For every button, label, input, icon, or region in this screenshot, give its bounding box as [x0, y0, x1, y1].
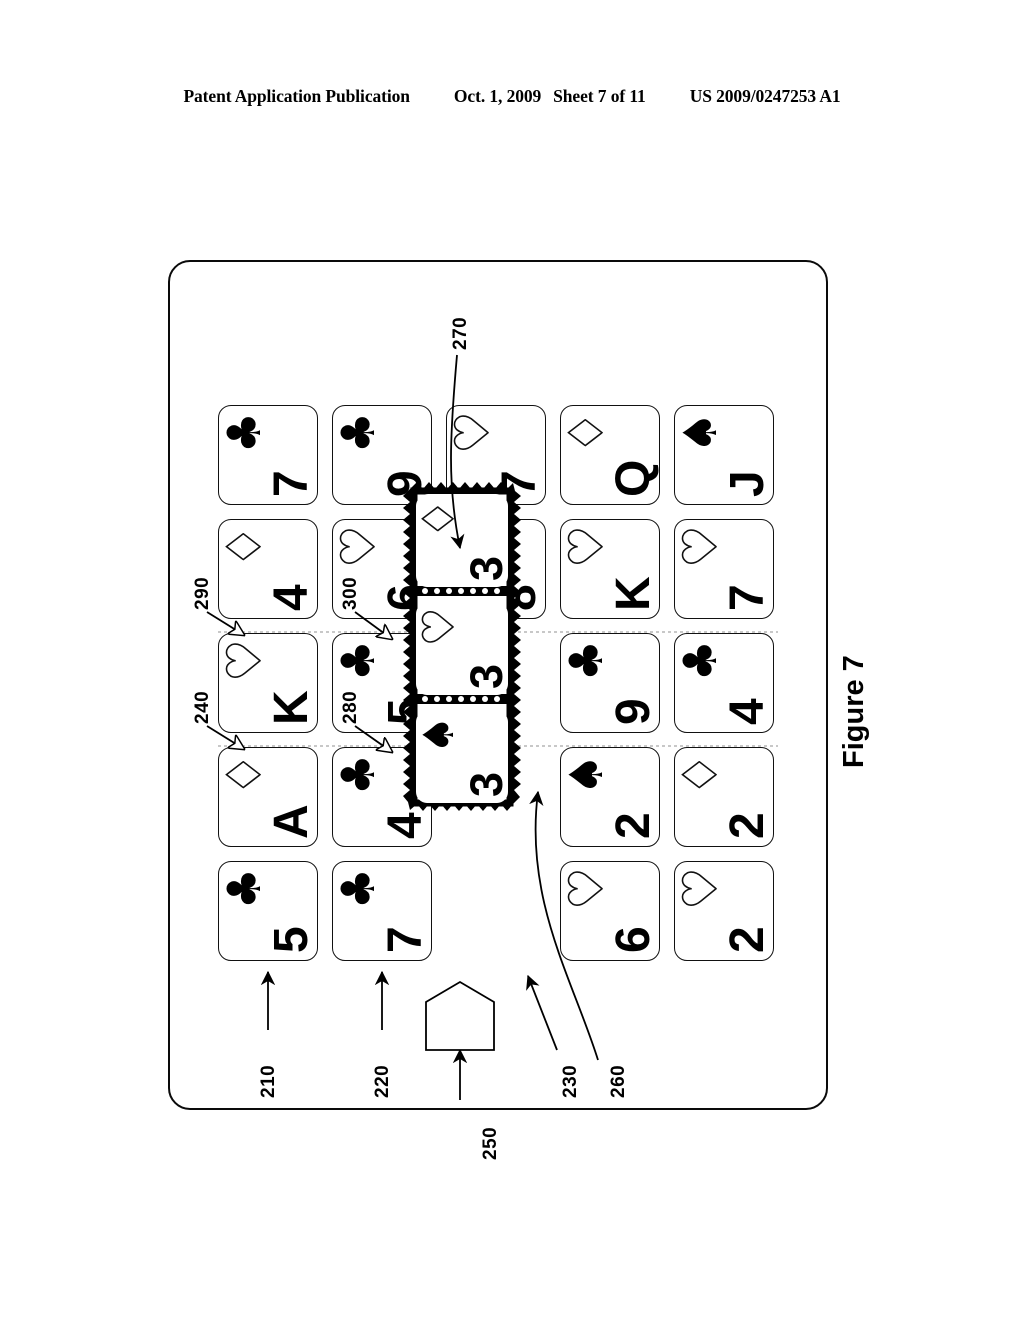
selected-card-3-spades[interactable]: ♠ 3 [414, 711, 512, 803]
ref-300: 300 [340, 576, 361, 610]
ref-240: 240 [192, 690, 213, 724]
ref-270: 270 [450, 316, 471, 350]
patent-number: US 2009/0247253 A1 [689, 86, 841, 106]
ref-230: 230 [560, 1064, 581, 1098]
sheet-number: Sheet 7 of 11 [553, 86, 646, 106]
ref-250: 250 [480, 1126, 501, 1160]
ref-290: 290 [192, 576, 213, 610]
card-rank-label: 3 [461, 663, 512, 689]
selection-highlight-group: ♦ 3 ♥ 3 ♠ 3 [403, 482, 521, 812]
publication-header: Patent Application Publication Oct. 1, 2… [0, 86, 1024, 107]
card-rank-label: 3 [461, 771, 512, 797]
card-rank-label: 3 [461, 555, 512, 581]
ref-280: 280 [340, 690, 361, 724]
publication-date: Oct. 1, 2009 [453, 86, 542, 106]
hearts-pip-icon: ♥ [413, 607, 464, 646]
figure-caption: Figure 7 [838, 655, 870, 768]
selected-card-3-diamonds[interactable]: ♦ 3 [413, 495, 512, 587]
spades-pip-icon: ♠ [414, 716, 463, 754]
ref-220: 220 [372, 1064, 393, 1098]
selected-card-3-hearts[interactable]: ♥ 3 [413, 603, 512, 695]
ref-260: 260 [608, 1064, 629, 1098]
publication-label: Patent Application Publication [183, 86, 410, 106]
figure-drawing: ♣7♣9♥7♦Q♠J♦4♥6♣8♥K♥7♥K♣5♣9♣4♦A♣4♠2♦2♣5♣7… [168, 260, 828, 1160]
ref-210: 210 [258, 1064, 279, 1098]
diamonds-pip-icon: ♦ [413, 499, 464, 538]
